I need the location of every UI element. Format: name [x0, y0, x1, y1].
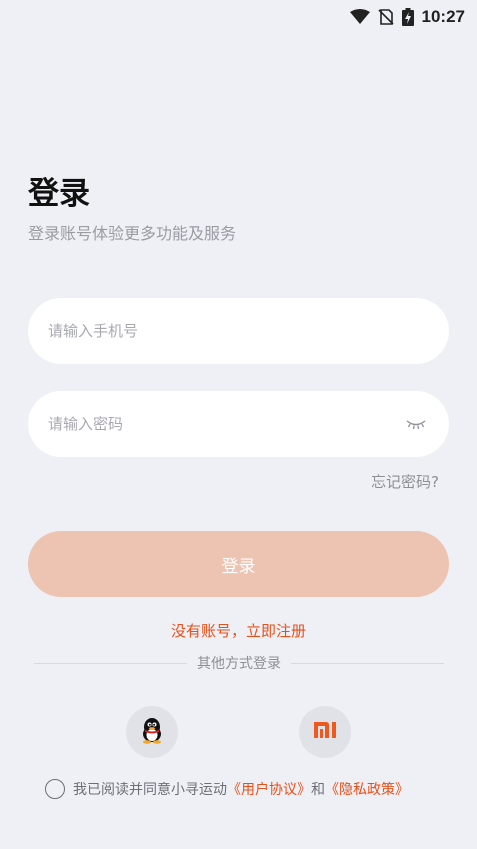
- other-login-label: 其他方式登录: [197, 656, 281, 672]
- divider-line-right: [291, 662, 444, 664]
- qq-login-button[interactable]: [126, 706, 178, 758]
- agreement-prefix: 我已阅读并同意小寻运动: [73, 782, 227, 798]
- status-bar: 10:27: [0, 0, 477, 34]
- divider-line-left: [34, 662, 187, 664]
- agreement-checkbox[interactable]: [45, 779, 65, 799]
- password-input[interactable]: [48, 415, 403, 433]
- password-field[interactable]: [28, 391, 449, 457]
- clock: 10:27: [421, 7, 465, 26]
- mi-login-button[interactable]: [299, 706, 351, 758]
- phone-field[interactable]: [28, 298, 449, 364]
- login-button[interactable]: 登录: [28, 531, 449, 597]
- page-subtitle: 登录账号体验更多功能及服务: [28, 224, 237, 243]
- agreement-text: 我已阅读并同意小寻运动《用户协议》和《隐私政策》: [73, 779, 409, 799]
- phone-input[interactable]: [48, 322, 429, 340]
- page-title: 登录: [28, 176, 90, 212]
- battery-charging-icon: [401, 8, 414, 26]
- other-login-divider: 其他方式登录: [34, 653, 444, 673]
- user-agreement-link[interactable]: 《用户协议》: [227, 782, 311, 798]
- forgot-password-link[interactable]: 忘记密码?: [371, 471, 439, 492]
- qq-icon: [139, 716, 165, 748]
- eye-closed-icon[interactable]: [403, 414, 429, 434]
- mi-icon: [313, 721, 337, 743]
- register-link[interactable]: 没有账号，立即注册: [0, 620, 477, 641]
- wifi-icon: [349, 9, 370, 25]
- privacy-policy-link[interactable]: 《隐私政策》: [325, 782, 409, 798]
- agreement-row: 我已阅读并同意小寻运动《用户协议》和《隐私政策》: [45, 778, 409, 800]
- no-sim-icon: [377, 9, 394, 25]
- agreement-conjunction: 和: [311, 782, 325, 798]
